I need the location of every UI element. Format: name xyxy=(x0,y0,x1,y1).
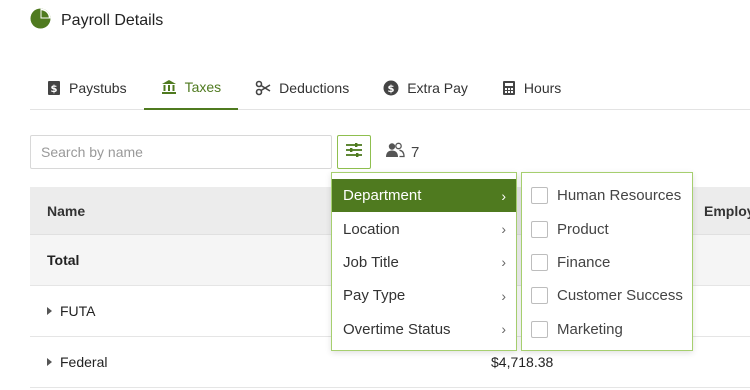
employee-count: 7 xyxy=(385,142,419,162)
calculator-icon xyxy=(502,80,516,96)
tab-bar: $ Paystubs Taxes Deductions $ Extra Pay … xyxy=(30,66,750,110)
chevron-right-icon: › xyxy=(501,187,506,204)
tab-label: Hours xyxy=(523,79,562,96)
menu-item-job-title[interactable]: Job Title › xyxy=(332,246,516,279)
tab-label: Deductions xyxy=(279,79,350,96)
department-option-marketing[interactable]: Marketing xyxy=(522,313,692,346)
menu-item-pay-type[interactable]: Pay Type › xyxy=(332,279,516,312)
filter-category-menu: Department › Location › Job Title › Pay … xyxy=(331,172,517,351)
search-input[interactable] xyxy=(30,135,332,169)
checkbox[interactable] xyxy=(531,187,548,205)
option-label: Product xyxy=(557,220,609,238)
row-name: Total xyxy=(47,252,80,268)
department-option-finance[interactable]: Finance xyxy=(522,246,692,279)
menu-item-overtime-status[interactable]: Overtime Status › xyxy=(332,313,516,346)
dollar-circle-icon: $ xyxy=(383,80,399,96)
department-option-product[interactable]: Product xyxy=(522,212,692,245)
sliders-icon xyxy=(345,142,363,163)
employee-count-value: 7 xyxy=(411,143,420,161)
scissors-icon xyxy=(255,80,271,96)
column-header-name: Name xyxy=(47,202,86,219)
checkbox[interactable] xyxy=(531,220,548,238)
filter-button[interactable] xyxy=(337,135,371,169)
people-icon xyxy=(385,142,405,162)
option-label: Finance xyxy=(557,253,611,271)
pie-chart-icon xyxy=(30,8,51,34)
tab-extra-pay[interactable]: $ Extra Pay xyxy=(366,66,485,109)
menu-item-label: Job Title xyxy=(343,253,399,271)
chevron-right-icon: › xyxy=(501,254,506,271)
tab-hours[interactable]: Hours xyxy=(485,66,578,109)
expand-caret-icon[interactable] xyxy=(47,358,52,366)
page-header: Payroll Details xyxy=(30,8,163,34)
option-label: Human Resources xyxy=(557,187,682,205)
department-submenu: Human Resources Product Finance Customer… xyxy=(521,172,693,351)
menu-item-department[interactable]: Department › xyxy=(332,179,516,213)
tab-label: Extra Pay xyxy=(407,79,468,96)
option-label: Marketing xyxy=(557,320,623,338)
department-option-customer-success[interactable]: Customer Success xyxy=(522,279,692,312)
chevron-right-icon: › xyxy=(501,287,506,304)
menu-item-label: Department xyxy=(343,187,422,205)
svg-text:$: $ xyxy=(388,84,395,95)
row-name-cell: Federal xyxy=(47,354,107,370)
column-header-employer: Employ xyxy=(704,202,750,219)
menu-item-location[interactable]: Location › xyxy=(332,212,516,245)
checkbox[interactable] xyxy=(531,320,548,338)
tab-taxes[interactable]: Taxes xyxy=(143,66,239,110)
tab-paystubs[interactable]: $ Paystubs xyxy=(30,66,144,109)
checkbox[interactable] xyxy=(531,253,548,271)
menu-item-label: Location xyxy=(343,220,400,238)
department-option-human-resources[interactable]: Human Resources xyxy=(522,179,692,212)
chevron-right-icon: › xyxy=(501,321,506,338)
page-title: Payroll Details xyxy=(61,12,164,29)
svg-text:$: $ xyxy=(51,84,58,95)
menu-item-label: Overtime Status xyxy=(343,320,451,338)
dollar-doc-icon: $ xyxy=(47,80,61,96)
option-label: Customer Success xyxy=(557,287,683,305)
menu-item-label: Pay Type xyxy=(343,287,406,305)
chevron-right-icon: › xyxy=(501,221,506,238)
tab-label: Taxes xyxy=(184,79,222,95)
row-name-cell: FUTA xyxy=(47,303,96,319)
bank-icon xyxy=(161,79,177,95)
checkbox[interactable] xyxy=(531,287,548,305)
row-name: FUTA xyxy=(60,303,96,319)
row-amount: $4,718.38 xyxy=(491,354,554,370)
expand-caret-icon[interactable] xyxy=(47,307,52,315)
tab-label: Paystubs xyxy=(69,79,127,96)
row-name: Federal xyxy=(60,354,108,370)
tab-deductions[interactable]: Deductions xyxy=(238,66,366,109)
